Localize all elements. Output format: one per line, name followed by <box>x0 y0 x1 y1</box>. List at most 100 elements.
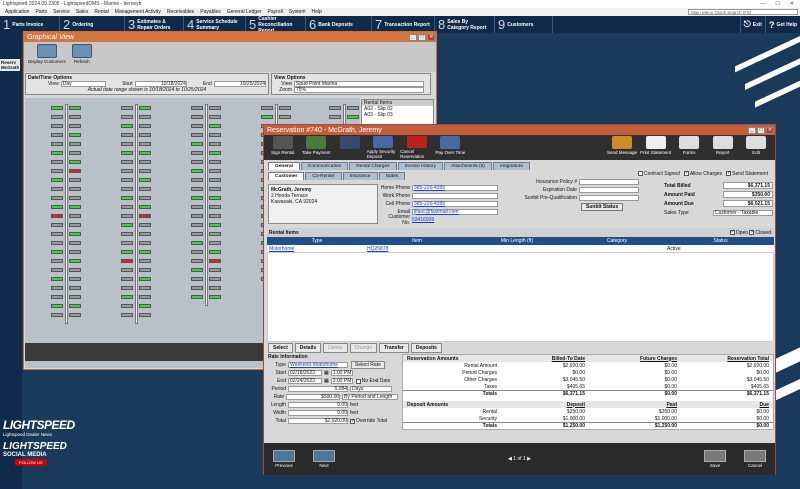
slip[interactable] <box>69 250 81 254</box>
slip[interactable] <box>191 268 203 272</box>
close-icon[interactable]: ✕ <box>790 1 794 7</box>
slip[interactable] <box>69 277 81 281</box>
slip[interactable] <box>69 304 81 308</box>
cancel-reservation-button[interactable]: Cancel Reservation <box>400 136 434 159</box>
home-phone-field[interactable]: 385-220-4395 <box>412 184 498 191</box>
slip[interactable] <box>139 133 151 137</box>
slip[interactable] <box>191 205 203 209</box>
menu-general-ledger[interactable]: General Ledger <box>224 9 265 15</box>
slip[interactable] <box>191 295 203 299</box>
slip[interactable] <box>139 115 151 119</box>
slip[interactable] <box>209 277 221 281</box>
slip[interactable] <box>51 187 63 191</box>
send-statement-check[interactable]: Send Statement <box>726 170 768 177</box>
slip[interactable] <box>139 268 151 272</box>
slip[interactable] <box>51 178 63 182</box>
slip[interactable] <box>69 241 81 245</box>
col-item[interactable]: Item <box>367 238 467 244</box>
slip[interactable] <box>121 169 133 173</box>
slip[interactable] <box>209 259 221 263</box>
slip[interactable] <box>209 133 221 137</box>
slip[interactable] <box>69 196 81 200</box>
slip[interactable] <box>347 115 359 119</box>
slip[interactable] <box>139 160 151 164</box>
cell-type[interactable]: Motorhome <box>267 246 367 252</box>
previous-button[interactable]: Previous <box>264 450 304 468</box>
sidebar-tab-reservation[interactable]: Reserv McGrath <box>0 59 20 71</box>
rate-type-field[interactable]: Weekend-Motorhome <box>288 362 348 368</box>
slip[interactable] <box>139 277 151 281</box>
display-customers-button[interactable]: Display Customers <box>28 44 66 70</box>
tab-esignature[interactable]: eSignature <box>492 162 531 170</box>
slip[interactable] <box>139 250 151 254</box>
start-date-field[interactable]: 02/18/2023 <box>288 370 322 376</box>
slip[interactable] <box>69 142 81 146</box>
slip[interactable] <box>191 250 203 254</box>
slip[interactable] <box>209 196 221 200</box>
slip[interactable] <box>209 241 221 245</box>
slip[interactable] <box>329 115 341 119</box>
slip[interactable] <box>51 205 63 209</box>
slip[interactable] <box>191 214 203 218</box>
slip[interactable] <box>191 106 203 110</box>
cell-item[interactable]: HQ25878 <box>367 246 467 252</box>
slip[interactable] <box>121 187 133 191</box>
delete-button[interactable]: Delete <box>323 343 348 353</box>
slip[interactable] <box>51 241 63 245</box>
slip[interactable] <box>191 124 203 128</box>
slip[interactable] <box>121 304 133 308</box>
slip[interactable] <box>209 250 221 254</box>
slip[interactable] <box>121 268 133 272</box>
open-check[interactable]: Open <box>729 229 748 236</box>
transfer-button[interactable]: Transfer <box>379 343 409 353</box>
menu-service[interactable]: Service <box>50 9 73 15</box>
slip[interactable] <box>139 142 151 146</box>
slip[interactable] <box>121 286 133 290</box>
slip[interactable] <box>209 106 221 110</box>
customer-no-link[interactable]: 53416936 <box>412 217 434 223</box>
slip[interactable] <box>51 196 63 200</box>
slip[interactable] <box>279 106 291 110</box>
slip[interactable] <box>209 142 221 146</box>
expiration-input[interactable] <box>579 186 639 193</box>
slip[interactable] <box>121 214 133 218</box>
policy-input[interactable] <box>579 178 639 185</box>
slip[interactable] <box>139 205 151 209</box>
slip[interactable] <box>51 277 63 281</box>
menu-receivables[interactable]: Receivables <box>164 9 197 15</box>
end-date-input[interactable]: 10/25/2024 <box>213 81 267 87</box>
closed-check[interactable]: Closed <box>749 229 771 236</box>
slip[interactable] <box>209 232 221 236</box>
slip[interactable] <box>69 115 81 119</box>
menu-parts[interactable]: Parts <box>32 9 50 15</box>
rate-field[interactable]: $500.00 <box>286 394 341 400</box>
slip[interactable] <box>121 259 133 263</box>
slip[interactable] <box>139 178 151 182</box>
deposits-button[interactable]: Deposits <box>410 343 442 353</box>
menu-application[interactable]: Application <box>2 9 32 15</box>
slip[interactable] <box>69 223 81 227</box>
slip[interactable] <box>69 106 81 110</box>
slip[interactable] <box>209 124 221 128</box>
minimize-icon[interactable]: _ <box>748 126 756 134</box>
cancel-button[interactable]: Cancel <box>735 450 775 468</box>
slip[interactable] <box>121 124 133 128</box>
slip[interactable] <box>69 151 81 155</box>
slip[interactable] <box>121 295 133 299</box>
slip[interactable] <box>209 205 221 209</box>
menu-payroll[interactable]: Payroll <box>265 9 286 15</box>
slip[interactable] <box>347 106 359 110</box>
slip[interactable] <box>121 196 133 200</box>
sign-rental-button[interactable]: Sign Rental <box>266 136 300 159</box>
edit-button[interactable]: Edit <box>739 136 773 159</box>
slip[interactable] <box>191 232 203 236</box>
next-button[interactable]: Next <box>304 450 344 468</box>
menu-rental[interactable]: Rental <box>91 9 111 15</box>
slip[interactable] <box>51 115 63 119</box>
pager-prev-icon[interactable]: ◀ <box>508 456 512 462</box>
slip[interactable] <box>121 223 133 227</box>
calendar-icon[interactable]: ▦ <box>324 378 329 384</box>
slip[interactable] <box>69 169 81 173</box>
slip[interactable] <box>139 241 151 245</box>
slip[interactable] <box>139 214 151 218</box>
